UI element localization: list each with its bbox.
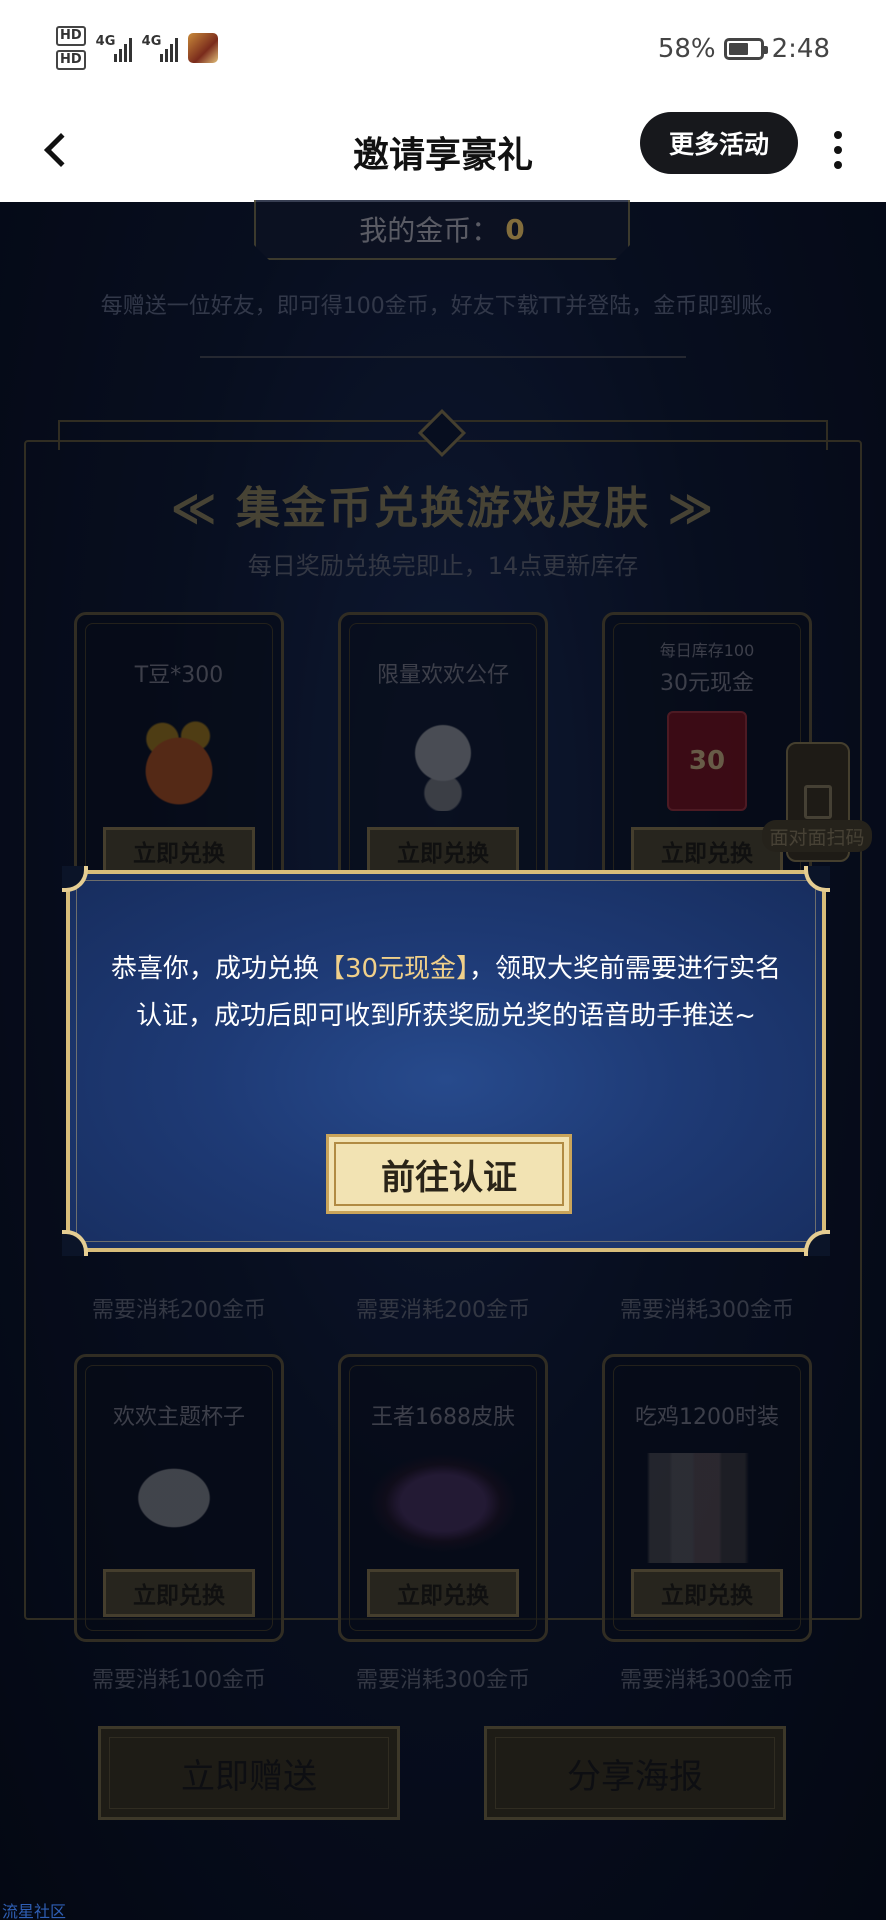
game-notification-icon: [187, 33, 218, 63]
hd-badge-2: HD: [56, 50, 86, 70]
status-right: 58% 2:48: [658, 34, 830, 64]
more-vertical-icon: [834, 131, 842, 139]
battery-icon: [723, 38, 768, 60]
corner-ornament-icon: [62, 1230, 88, 1256]
network-type-2: 4G: [141, 34, 162, 49]
battery-percent: 58%: [657, 34, 716, 64]
dialog-message: 恭喜你，成功兑换【30元现金】，领取大奖前需要进行实名认证，成功后即可收到所获奖…: [100, 946, 792, 1040]
more-activities-button[interactable]: 更多活动: [640, 112, 798, 174]
status-left: HD HD 4G 4G: [56, 26, 218, 70]
watermark: 流星社区: [2, 1902, 67, 1920]
go-verify-button[interactable]: 前往认证: [326, 1134, 572, 1214]
hd-indicators: HD HD: [56, 26, 86, 70]
corner-ornament-icon: [804, 1230, 830, 1256]
nav-bar: 邀请享豪礼 更多活动: [0, 100, 886, 202]
signal-icon-2: 4G: [142, 34, 178, 62]
network-type-1: 4G: [95, 34, 116, 49]
more-menu-button[interactable]: [820, 120, 856, 180]
signal-icon-1: 4G: [96, 34, 132, 62]
corner-ornament-icon: [804, 866, 830, 892]
reward-highlight: 【30元现金】: [318, 954, 470, 984]
message-prefix: 恭喜你，成功兑换: [110, 954, 319, 984]
status-bar: HD HD 4G 4G 58% 2:48: [0, 0, 886, 100]
hd-badge-1: HD: [56, 26, 86, 46]
redeem-success-dialog: 恭喜你，成功兑换【30元现金】，领取大奖前需要进行实名认证，成功后即可收到所获奖…: [62, 866, 830, 1256]
clock: 2:48: [771, 34, 830, 64]
corner-ornament-icon: [62, 866, 88, 892]
go-verify-label: 前往认证: [381, 1157, 517, 1198]
